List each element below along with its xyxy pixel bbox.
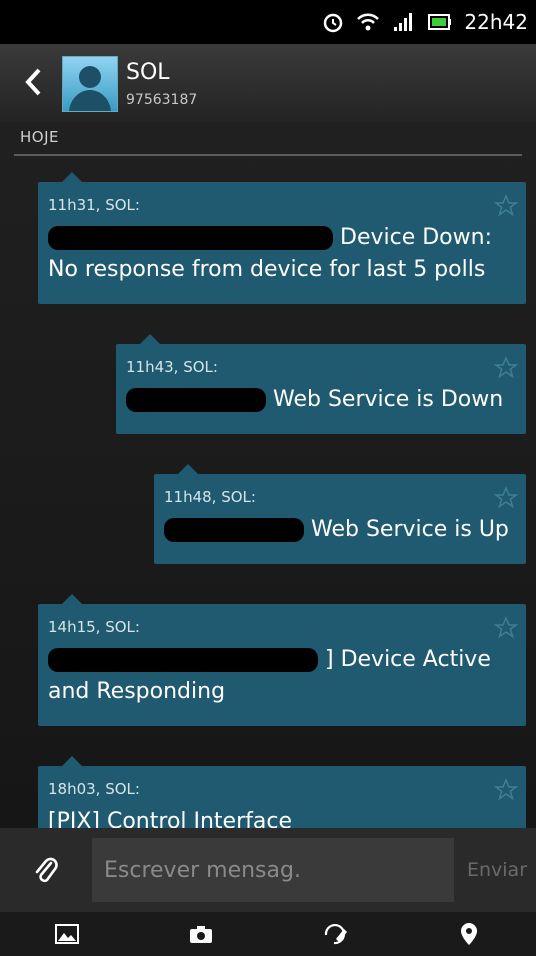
message-bubble[interactable]: 11h31, SOL: Device Down: No response fro…: [38, 172, 526, 304]
signal-icon: [392, 11, 416, 33]
redacted-text: [48, 648, 318, 672]
status-bar: 22h42: [0, 0, 536, 44]
draw-icon: [324, 923, 347, 945]
attachment-toolbar: [0, 912, 536, 956]
location-pin-icon: [461, 923, 477, 945]
message-text: Web Service is Up: [164, 514, 516, 546]
contact-number: 97563187: [126, 92, 198, 108]
message-meta: 11h31, SOL:: [48, 196, 140, 214]
message-meta: 11h43, SOL:: [126, 358, 218, 376]
star-icon[interactable]: [494, 356, 518, 380]
message-text: Device Down: No response from device for…: [48, 225, 492, 282]
chevron-left-icon: [25, 68, 41, 96]
draw-button[interactable]: [268, 912, 402, 956]
redacted-text: [48, 226, 333, 250]
image-icon: [55, 924, 79, 944]
wifi-icon: [356, 11, 380, 33]
message-text: [PIX] Control Interface: [48, 809, 292, 828]
message-text: Web Service is Down: [126, 384, 516, 416]
contact-silhouette-icon: [69, 66, 111, 111]
star-icon[interactable]: [494, 194, 518, 218]
message-meta: 11h48, SOL:: [164, 488, 256, 506]
back-button[interactable]: [18, 62, 48, 102]
message-text: ] Device Active and Responding: [48, 647, 491, 704]
message-input[interactable]: [92, 838, 454, 902]
message-bubble[interactable]: 14h15, SOL: ] Device Active and Respondi…: [38, 594, 526, 726]
day-label: HOJE: [20, 128, 59, 146]
conversation-header: SOL 97563187: [0, 44, 536, 122]
camera-button[interactable]: [134, 912, 268, 956]
redacted-text: [164, 518, 304, 542]
send-button[interactable]: Enviar: [462, 838, 532, 902]
paperclip-icon: [35, 857, 58, 883]
message-list[interactable]: HOJE 11h31, SOL: Device Down: No respons…: [0, 122, 536, 828]
message-bubble[interactable]: 11h48, SOL: Web Service is Up: [154, 464, 526, 564]
star-icon[interactable]: [494, 486, 518, 510]
alarm-icon: [322, 11, 344, 33]
status-time: 22h42: [464, 10, 528, 34]
star-icon[interactable]: [494, 778, 518, 802]
message-bubble[interactable]: 11h43, SOL: Web Service is Down: [116, 334, 526, 434]
attach-button[interactable]: [26, 848, 66, 892]
message-meta: 14h15, SOL:: [48, 618, 140, 636]
message-bubble[interactable]: 18h03, SOL: [PIX] Control Interface: [38, 756, 526, 828]
message-composer: Enviar: [0, 828, 536, 912]
message-meta: 18h03, SOL:: [48, 780, 140, 798]
camera-icon: [190, 926, 212, 943]
avatar[interactable]: [62, 56, 118, 112]
star-icon[interactable]: [494, 616, 518, 640]
location-button[interactable]: [402, 912, 536, 956]
gallery-button[interactable]: [0, 912, 134, 956]
battery-icon: [428, 12, 452, 32]
contact-name[interactable]: SOL: [126, 60, 170, 85]
redacted-text: [126, 388, 266, 412]
day-divider: [14, 154, 522, 156]
